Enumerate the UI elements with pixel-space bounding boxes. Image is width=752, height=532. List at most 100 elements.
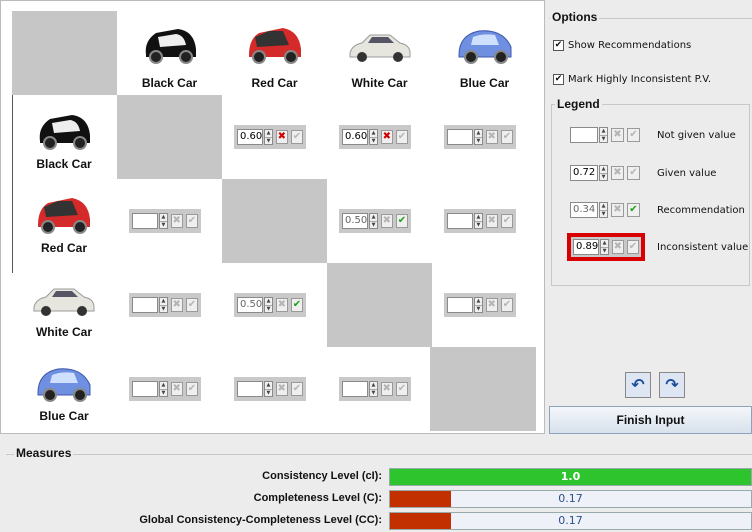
accept-icon[interactable]: ✔ xyxy=(395,214,408,228)
column-header-black-car: Black Car xyxy=(117,19,222,90)
value-spinner[interactable]: ▲ ▼ xyxy=(264,297,273,313)
reject-icon[interactable]: ✖ xyxy=(485,214,498,228)
value-input[interactable] xyxy=(132,297,159,313)
matrix-cell-white-vs-blue: ▲ ▼ ✖ ✔ xyxy=(444,293,516,317)
legend-sample-spinner: ▲ ▼ xyxy=(600,239,609,255)
value-input[interactable] xyxy=(132,381,159,397)
legend-sample: ▲ ▼ ✖ ✔ xyxy=(570,123,642,147)
value-input[interactable] xyxy=(132,213,159,229)
accept-icon[interactable]: ✔ xyxy=(500,298,513,312)
legend-sample: 0.89 ▲ ▼ ✖ ✔ xyxy=(567,233,645,261)
black-car-image xyxy=(145,29,196,64)
finish-input-button[interactable]: Finish Input xyxy=(549,406,752,434)
value-spinner[interactable]: ▲ ▼ xyxy=(369,129,378,145)
global-cc-bar: 0.17 xyxy=(389,512,752,530)
mark-inconsistent-option[interactable]: ✔ Mark Highly Inconsistent P.V. xyxy=(553,74,711,85)
row-label: Red Car xyxy=(40,241,87,255)
reject-icon[interactable]: ✖ xyxy=(170,382,183,396)
redo-button[interactable]: ↷ xyxy=(659,372,685,398)
value-input[interactable] xyxy=(342,381,369,397)
value-input[interactable] xyxy=(447,129,474,145)
legend-sample: 0.72 ▲ ▼ ✖ ✔ xyxy=(570,161,642,185)
matrix-diagonal-cell xyxy=(117,95,222,179)
matrix-diagonal-cell xyxy=(222,179,327,263)
measure-label: Global Consistency-Completeness Level (C… xyxy=(139,514,382,526)
value-spinner[interactable]: ▲ ▼ xyxy=(369,213,378,229)
mark-inconsistent-checkbox[interactable]: ✔ xyxy=(553,74,564,85)
measure-value: 0.17 xyxy=(558,514,583,527)
value-spinner[interactable]: ▲ ▼ xyxy=(369,381,378,397)
accept-icon[interactable]: ✔ xyxy=(500,214,513,228)
reject-icon[interactable]: ✖ xyxy=(380,214,393,228)
legend-sample-value xyxy=(570,127,598,143)
reject-icon: ✖ xyxy=(611,128,624,142)
undo-button[interactable]: ↶ xyxy=(625,372,651,398)
matrix-cell-white-vs-black: ▲ ▼ ✖ ✔ xyxy=(129,293,201,317)
matrix-cell-blue-vs-white: ▲ ▼ ✖ ✔ xyxy=(339,377,411,401)
white-car-image xyxy=(33,288,95,316)
matrix-cell-black-vs-red: 0.60 ▲ ▼ ✖ ✔ xyxy=(234,125,306,149)
reject-icon: ✖ xyxy=(611,166,624,180)
value-input[interactable]: 0.50 xyxy=(342,213,369,229)
legend-sample: 0.34 ▲ ▼ ✖ ✔ xyxy=(570,198,642,222)
value-spinner[interactable]: ▲ ▼ xyxy=(159,213,168,229)
accept-icon[interactable]: ✔ xyxy=(290,382,303,396)
value-spinner[interactable]: ▲ ▼ xyxy=(264,129,273,145)
reject-icon[interactable]: ✖ xyxy=(380,382,393,396)
reject-icon[interactable]: ✖ xyxy=(275,298,288,312)
legend-sample-spinner: ▲ ▼ xyxy=(599,202,608,218)
red-car-image xyxy=(248,28,301,64)
reject-icon: ✖ xyxy=(611,203,624,217)
value-input[interactable]: 0.60 xyxy=(237,129,264,145)
show-recommendations-checkbox[interactable]: ✔ xyxy=(553,40,564,51)
value-spinner[interactable]: ▲ ▼ xyxy=(159,297,168,313)
value-spinner[interactable]: ▲ ▼ xyxy=(159,381,168,397)
legend-sample-value: 0.72 xyxy=(570,165,598,181)
value-spinner[interactable]: ▲ ▼ xyxy=(474,129,483,145)
redo-icon: ↷ xyxy=(665,375,679,394)
blue-car-image xyxy=(37,368,91,402)
value-input[interactable]: 0.60 xyxy=(342,129,369,145)
show-recommendations-label: Show Recommendations xyxy=(568,40,692,51)
white-car-image xyxy=(349,34,410,62)
matrix-diagonal-cell xyxy=(430,347,536,431)
reject-icon[interactable]: ✖ xyxy=(170,214,183,228)
row-header-blue-car: Blue Car xyxy=(13,357,115,423)
value-input[interactable]: 0.50 xyxy=(237,297,264,313)
accept-icon[interactable]: ✔ xyxy=(185,214,198,228)
column-label: White Car xyxy=(351,76,408,90)
legend-item-recommendation: 0.34 ▲ ▼ ✖ ✔ Recommendation xyxy=(570,198,750,222)
matrix-diagonal-cell xyxy=(327,263,432,347)
legend-sample-spinner: ▲ ▼ xyxy=(599,165,608,181)
global-consistency-completeness-row: Global Consistency-Completeness Level (C… xyxy=(0,510,752,530)
value-spinner[interactable]: ▲ ▼ xyxy=(264,381,273,397)
value-spinner[interactable]: ▲ ▼ xyxy=(474,297,483,313)
accept-icon: ✔ xyxy=(626,240,639,254)
reject-icon[interactable]: ✖ xyxy=(485,298,498,312)
accept-icon[interactable]: ✔ xyxy=(500,130,513,144)
accept-icon[interactable]: ✔ xyxy=(185,382,198,396)
value-input[interactable] xyxy=(237,381,264,397)
reject-icon[interactable]: ✖ xyxy=(275,130,288,144)
accept-icon[interactable]: ✔ xyxy=(185,298,198,312)
value-spinner[interactable]: ▲ ▼ xyxy=(474,213,483,229)
matrix-cell-black-vs-white: 0.60 ▲ ▼ ✖ ✔ xyxy=(339,125,411,149)
comparison-matrix: Black Car Red Car White Car Blue Car Bla… xyxy=(0,0,545,434)
value-input[interactable] xyxy=(447,213,474,229)
reject-icon[interactable]: ✖ xyxy=(380,130,393,144)
blue-car-image xyxy=(458,30,511,64)
accept-icon[interactable]: ✔ xyxy=(395,130,408,144)
reject-icon[interactable]: ✖ xyxy=(485,130,498,144)
reject-icon: ✖ xyxy=(611,240,624,254)
matrix-corner xyxy=(12,11,117,95)
value-input[interactable] xyxy=(447,297,474,313)
matrix-cell-black-vs-blue: ▲ ▼ ✖ ✔ xyxy=(444,125,516,149)
accept-icon[interactable]: ✔ xyxy=(395,382,408,396)
show-recommendations-option[interactable]: ✔ Show Recommendations xyxy=(553,40,691,51)
reject-icon[interactable]: ✖ xyxy=(275,382,288,396)
reject-icon[interactable]: ✖ xyxy=(170,298,183,312)
accept-icon[interactable]: ✔ xyxy=(290,130,303,144)
accept-icon[interactable]: ✔ xyxy=(290,298,303,312)
legend-item-inconsistent: 0.89 ▲ ▼ ✖ ✔ Inconsistent value xyxy=(567,233,750,261)
legend-item-not-given: ▲ ▼ ✖ ✔ Not given value xyxy=(570,123,750,147)
